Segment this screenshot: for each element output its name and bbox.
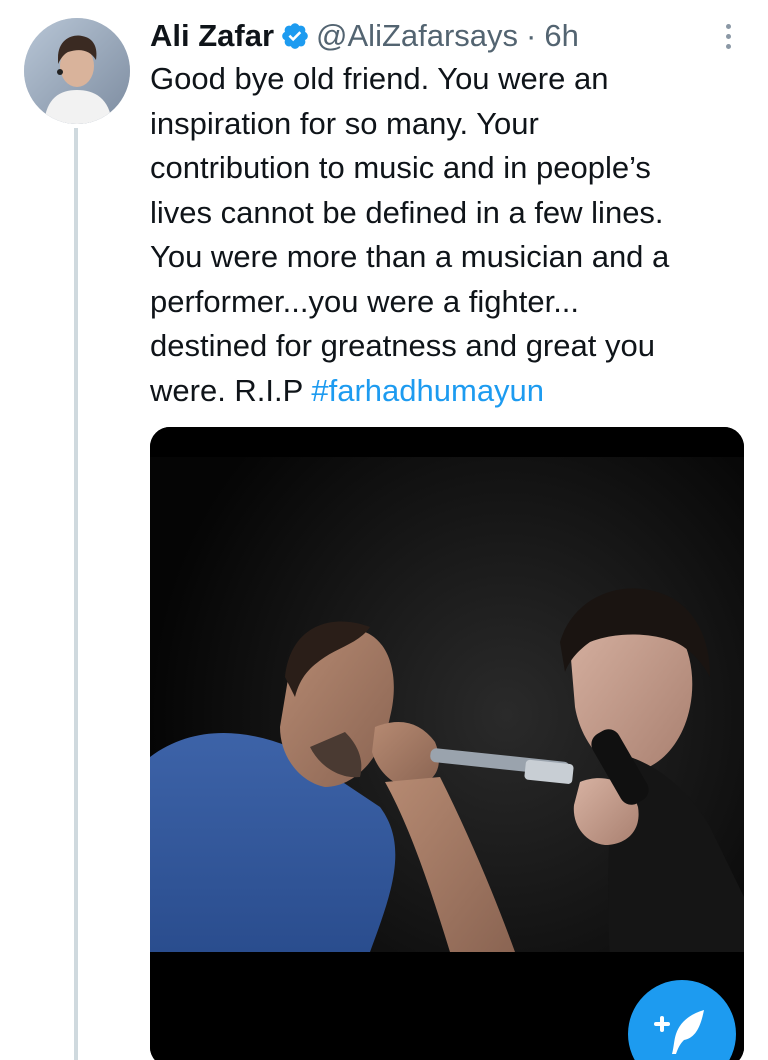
tweet-text-fragment: were. R.I.P [150,372,312,408]
author-handle[interactable]: @AliZafarsays [316,16,518,56]
tweet-text-line: destined for greatness and great you [150,328,655,363]
tweet-timestamp[interactable]: 6h [544,16,578,56]
avatar-image [24,18,130,124]
tweet-text-line: You were more than a musician and a [150,239,670,274]
hashtag-link[interactable]: #farhadhumayun [311,373,544,408]
tweet[interactable]: Ali Zafar @AliZafarsays · 6h Good bye ol… [0,0,768,1060]
thread-line [74,128,78,1060]
avatar[interactable] [24,18,130,124]
verified-badge-icon [280,21,310,51]
compose-tweet-icon [654,1010,704,1054]
photo-content [150,427,744,1060]
tweet-photo[interactable] [150,427,744,1060]
author-name[interactable]: Ali Zafar [150,16,274,56]
tweet-text-last-line: were. R.I.P #farhadhumayun [150,369,750,414]
tweet-text-line: lives cannot be defined in a few lines. [150,194,664,230]
more-options-icon[interactable] [716,18,740,54]
tweet-text-line: performer...you were a fighter... [150,283,580,319]
tweet-header: Ali Zafar @AliZafarsays · 6h [150,16,579,56]
tweet-text-line: contribution to music and in people’s [150,150,651,185]
tweet-text-line: Good bye old friend. You were an [150,61,609,96]
tweet-text-line: inspiration for so many. Your [150,105,539,141]
tweet-text: Good bye old friend. You were an inspira… [150,57,750,413]
separator-dot: · [526,18,537,53]
